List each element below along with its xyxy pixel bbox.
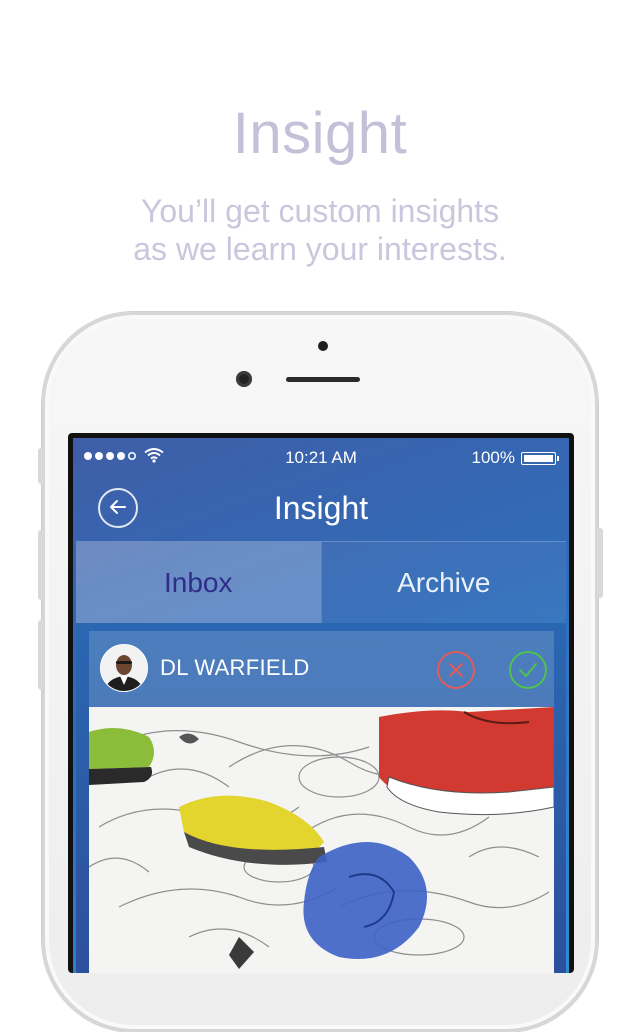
navigation-bar: Insight — [73, 478, 569, 540]
avatar[interactable] — [100, 644, 148, 692]
subline-line-1: You’ll get custom insights — [140, 193, 500, 229]
marketing-headline: Insight — [232, 101, 408, 166]
subline-line-2: as we learn your interests. — [133, 231, 507, 267]
sneaker-sketch-illustration — [89, 707, 554, 973]
volume-up-button — [38, 530, 44, 600]
nav-title: Insight — [273, 490, 369, 526]
status-bar: 10:21 AM 100% — [73, 438, 569, 478]
phone-screen: 10:21 AM 100% Insight Inbox Archive DL W… — [68, 433, 574, 973]
reject-button[interactable] — [437, 651, 475, 689]
marketing-subline: You’ll get custom insights as we learn y… — [0, 192, 640, 268]
insight-card-header: DL WARFIELD — [89, 631, 554, 707]
avatar-photo — [101, 645, 147, 691]
front-camera — [236, 371, 252, 387]
approve-button[interactable] — [509, 651, 547, 689]
silent-switch — [38, 448, 44, 484]
battery-icon — [521, 452, 559, 465]
card-author: DL WARFIELD — [160, 655, 310, 680]
volume-down-button — [38, 620, 44, 690]
power-button — [597, 528, 603, 598]
card-image[interactable] — [89, 707, 554, 973]
segment-tabs: Inbox Archive — [76, 541, 566, 624]
front-sensor — [318, 341, 328, 351]
earpiece-speaker — [286, 377, 360, 382]
tab-archive[interactable]: Archive — [320, 542, 566, 624]
tab-inbox[interactable]: Inbox — [76, 542, 321, 624]
check-icon — [519, 663, 537, 677]
app-display: 10:21 AM 100% Insight Inbox Archive DL W… — [73, 438, 569, 973]
battery-percent: 100% — [471, 448, 515, 467]
close-icon — [449, 663, 463, 677]
